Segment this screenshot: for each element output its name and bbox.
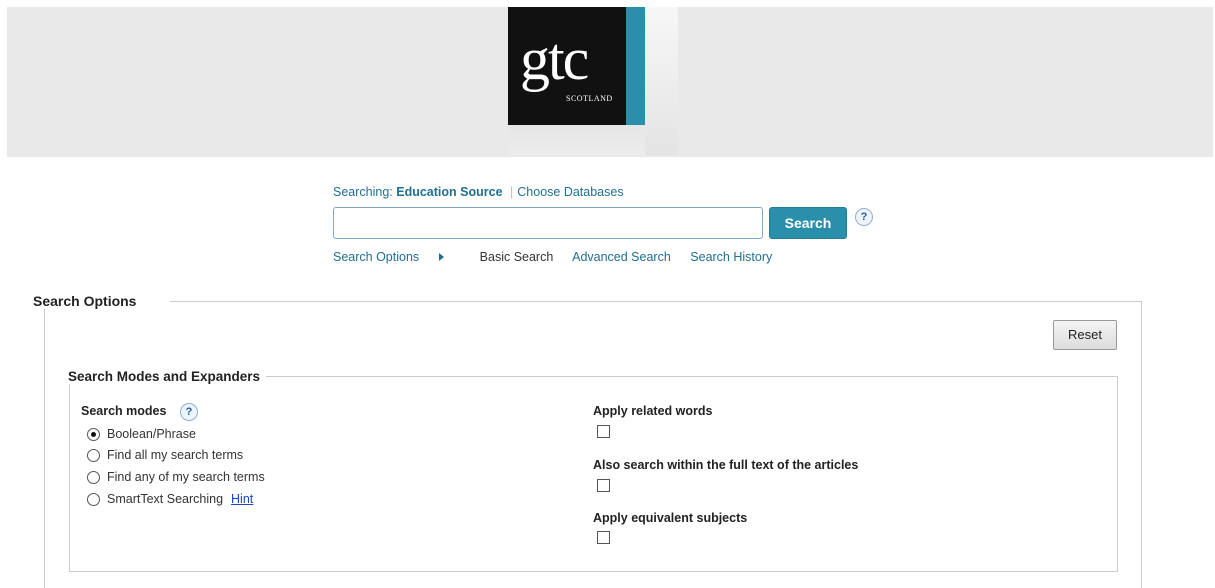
basic-search-link[interactable]: Basic Search <box>480 250 554 264</box>
search-options-toggle[interactable]: Search Options <box>333 250 460 264</box>
separator: | <box>510 185 514 199</box>
expander-label-equivalent-subjects: Apply equivalent subjects <box>593 511 748 525</box>
mode-label: Find any of my search terms <box>107 470 265 484</box>
mode-label-wrap: SmartText Searching Hint <box>107 492 253 506</box>
radio-button[interactable] <box>87 471 100 484</box>
related-words-checkbox[interactable] <box>597 425 610 438</box>
logo-lower-panel <box>508 125 645 155</box>
expander-label-full-text: Also search within the full text of the … <box>593 458 859 472</box>
search-modes-label: Search modes <box>81 404 167 418</box>
database-name[interactable]: Education Source <box>396 185 502 199</box>
hint-link[interactable]: Hint <box>231 492 253 506</box>
logo-light-panel <box>645 7 678 155</box>
searching-line: Searching: Education Source | Choose Data… <box>333 185 624 199</box>
mode-label: SmartText Searching <box>107 492 224 506</box>
search-help-icon[interactable]: ? <box>855 208 873 226</box>
equivalent-subjects-checkbox[interactable] <box>597 531 610 544</box>
search-button[interactable]: Search <box>769 207 847 239</box>
gtc-logo[interactable]: gtc SCOTLAND <box>508 7 678 155</box>
radio-button-selected[interactable] <box>87 428 100 441</box>
search-history-link[interactable]: Search History <box>690 250 772 264</box>
searching-label: Searching: <box>333 185 393 199</box>
mode-label: Boolean/Phrase <box>107 427 196 441</box>
mode-label: Find all my search terms <box>107 448 244 462</box>
expander-label-related-words: Apply related words <box>593 404 713 418</box>
triangle-right-icon <box>439 253 445 261</box>
radio-button[interactable] <box>87 449 100 462</box>
logo-subtext: SCOTLAND <box>566 94 613 103</box>
radio-button[interactable] <box>87 493 100 506</box>
choose-databases-link[interactable]: Choose Databases <box>517 185 623 199</box>
logo-teal-stripe <box>626 7 645 125</box>
full-text-checkbox[interactable] <box>597 479 610 492</box>
logo-wordmark: gtc <box>520 26 589 92</box>
search-modes-help-icon[interactable]: ? <box>180 403 198 421</box>
search-nav: Search Options Basic Search Advanced Sea… <box>333 250 788 264</box>
reset-button[interactable]: Reset <box>1053 320 1117 350</box>
search-options-title: Search Options <box>33 293 147 309</box>
modes-expanders-title: Search Modes and Expanders <box>62 369 267 384</box>
search-input[interactable] <box>333 207 763 239</box>
advanced-search-link[interactable]: Advanced Search <box>572 250 671 264</box>
search-options-label: Search Options <box>333 250 420 264</box>
header-banner: gtc SCOTLAND <box>7 7 1213 157</box>
